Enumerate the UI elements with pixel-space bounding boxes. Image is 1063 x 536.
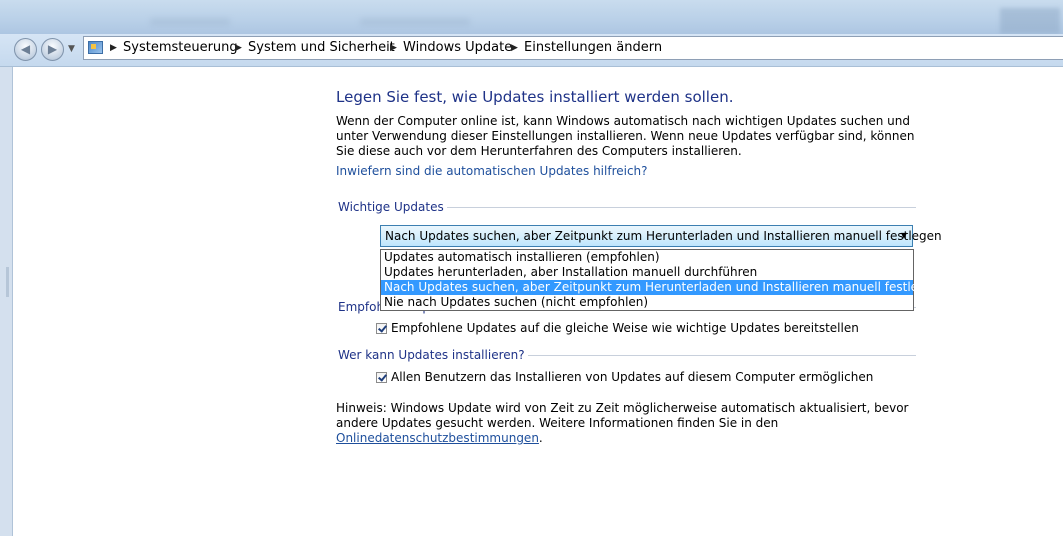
- breadcrumb-systemsteuerung[interactable]: Systemsteuerung: [123, 37, 238, 59]
- control-panel-icon: [88, 41, 103, 54]
- privacy-note: Hinweis: Windows Update wird von Zeit zu…: [336, 401, 916, 446]
- edge-marker: [6, 267, 9, 297]
- dropdown-option-check-only[interactable]: Nach Updates suchen, aber Zeitpunkt zum …: [381, 280, 941, 295]
- breadcrumb-einstellungen-aendern[interactable]: Einstellungen ändern: [524, 37, 662, 59]
- note-text-end: .: [538, 431, 543, 445]
- dropdown-option-auto-install[interactable]: Updates automatisch installieren (empfoh…: [381, 250, 913, 265]
- back-arrow-icon[interactable]: ◀: [14, 38, 37, 61]
- intro-text: Wenn der Computer online ist, kann Windo…: [336, 114, 915, 158]
- important-updates-selected-value[interactable]: Nach Updates suchen, aber Zeitpunkt zum …: [385, 229, 942, 243]
- breadcrumb-system-und-sicherheit[interactable]: System und Sicherheit: [248, 37, 395, 59]
- dropdown-option-never-check[interactable]: Nie nach Updates suchen (nicht empfohlen…: [381, 295, 913, 310]
- breadcrumb-separator-icon[interactable]: ▶: [390, 37, 397, 59]
- forward-arrow-icon[interactable]: ▶: [41, 38, 64, 61]
- important-updates-dropdown-list: Updates automatisch installieren (empfoh…: [380, 249, 941, 311]
- recommended-updates-checkbox-label[interactable]: Empfohlene Updates auf die gleiche Weise…: [391, 321, 859, 335]
- note-text: Hinweis: Windows Update wird von Zeit zu…: [336, 401, 909, 430]
- breadcrumb-separator-icon[interactable]: ▶: [235, 37, 242, 59]
- page-title: Legen Sie fest, wie Updates installiert …: [336, 88, 734, 106]
- navigation-bar: ◀ ▶ ▼ ▶ Systemsteuerung ▶ System und Sic…: [0, 34, 1063, 67]
- recommended-updates-checkbox-row[interactable]: Empfohlene Updates auf die gleiche Weise…: [376, 320, 859, 336]
- address-bar[interactable]: ▶ Systemsteuerung ▶ System und Sicherhei…: [83, 36, 1063, 60]
- recent-pages-dropdown-icon[interactable]: ▼: [68, 44, 75, 54]
- important-updates-select[interactable]: Nach Updates suchen, aber Zeitpunkt zum …: [380, 225, 942, 247]
- privacy-statement-link[interactable]: Onlinedatenschutzbestimmungen: [336, 431, 539, 445]
- help-link[interactable]: Inwiefern sind die automatischen Updates…: [336, 164, 648, 178]
- section-label-who-can-install: Wer kann Updates installieren?: [338, 348, 528, 362]
- section-label-important-updates: Wichtige Updates: [338, 200, 447, 214]
- breadcrumb-separator-icon[interactable]: ▶: [511, 37, 518, 59]
- breadcrumb-separator-icon[interactable]: ▶: [110, 37, 117, 59]
- blurred-title-text: [150, 18, 230, 26]
- window-left-edge: [0, 67, 13, 536]
- dropdown-arrow-icon[interactable]: ▼: [901, 226, 907, 246]
- dropdown-option-download-only[interactable]: Updates herunterladen, aber Installation…: [381, 265, 913, 280]
- blurred-title-text: [360, 18, 470, 26]
- checkmark-icon[interactable]: [376, 372, 387, 383]
- window-controls-blurred: [1000, 8, 1060, 34]
- all-users-install-checkbox-label[interactable]: Allen Benutzern das Installieren von Upd…: [391, 370, 873, 384]
- window-titlebar: [0, 0, 1063, 34]
- all-users-install-checkbox-row[interactable]: Allen Benutzern das Installieren von Upd…: [376, 369, 873, 385]
- checkmark-icon[interactable]: [376, 323, 387, 334]
- breadcrumb-windows-update[interactable]: Windows Update: [403, 37, 512, 59]
